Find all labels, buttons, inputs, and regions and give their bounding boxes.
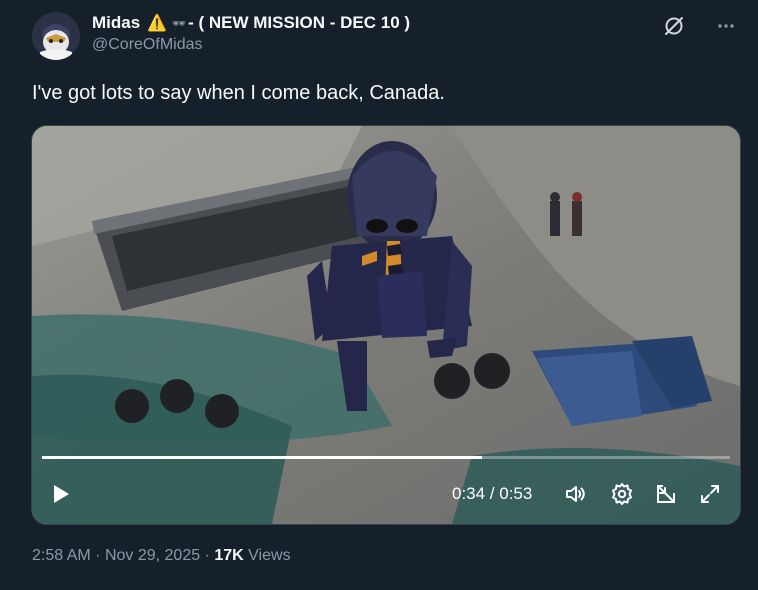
video-controls: 0:34 / 0:53	[32, 476, 740, 516]
author-name-suffix[interactable]: - ( NEW MISSION - DEC 10 )	[188, 13, 410, 33]
sunglasses-icon: 🕶	[172, 17, 186, 30]
fullscreen-icon[interactable]	[698, 482, 722, 506]
meta-separator: ·	[95, 547, 101, 564]
tweet-text: I've got lots to say when I come back, C…	[32, 82, 445, 104]
tweet-header: Midas ⚠️ 🕶 - ( NEW MISSION - DEC 10 ) @C…	[92, 12, 738, 60]
author-name-row: Midas ⚠️ 🕶 - ( NEW MISSION - DEC 10 )	[92, 12, 738, 34]
tweet-meta: 2:58 AM · Nov 29, 2025 · 17K Views	[32, 547, 291, 565]
more-icon[interactable]	[714, 14, 738, 38]
avatar[interactable]	[32, 12, 80, 60]
video-frame	[32, 126, 740, 524]
volume-icon[interactable]	[564, 482, 588, 506]
video-progress-fill	[42, 456, 483, 459]
video-player[interactable]: 0:34 / 0:53	[31, 125, 741, 525]
views-label: Views	[248, 547, 291, 564]
author-handle[interactable]: @CoreOfMidas	[92, 36, 738, 54]
video-time: 0:34 / 0:53	[452, 484, 533, 503]
grok-icon[interactable]	[662, 14, 686, 38]
tweet-date[interactable]: Nov 29, 2025	[105, 547, 200, 564]
picture-in-picture-icon[interactable]	[654, 482, 678, 506]
author-name[interactable]: Midas	[92, 13, 140, 33]
play-icon[interactable]	[48, 482, 72, 506]
views-count: 17K	[214, 547, 244, 564]
settings-icon[interactable]	[610, 482, 634, 506]
tweet-time[interactable]: 2:58 AM	[32, 547, 91, 564]
warning-icon: ⚠️	[147, 15, 168, 32]
meta-separator: ·	[204, 547, 210, 564]
video-progress-bar[interactable]	[42, 456, 730, 459]
